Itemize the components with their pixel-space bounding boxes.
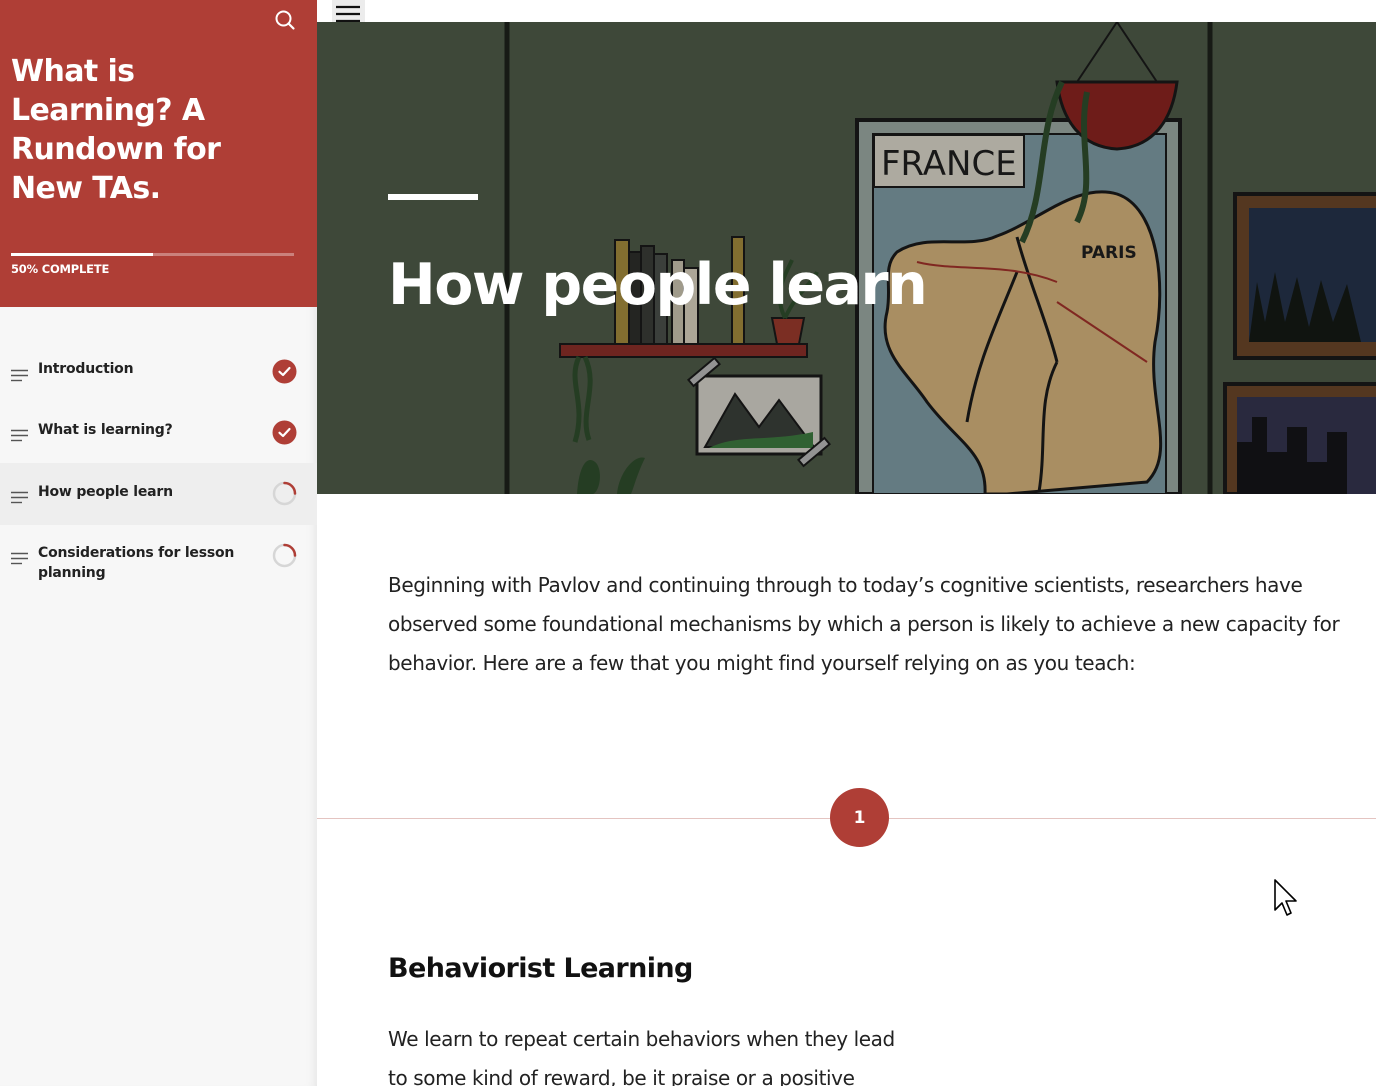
lesson-lines-icon xyxy=(11,367,29,382)
sidebar-item-considerations[interactable]: Considerations for lesson planning xyxy=(0,525,317,595)
sidebar-item-label: What is learning? xyxy=(38,422,173,438)
sidebar-item-what-is-learning[interactable]: What is learning? xyxy=(0,402,317,463)
course-progress-fill xyxy=(11,253,153,256)
page-title: How people learn xyxy=(388,252,928,318)
step-number-badge: 1 xyxy=(830,788,889,847)
sidebar-item-introduction[interactable]: Introduction xyxy=(0,340,317,402)
lesson-lines-icon xyxy=(11,427,29,442)
lesson-lines-icon xyxy=(11,550,29,565)
search-icon[interactable] xyxy=(272,7,298,33)
intro-paragraph: Beginning with Pavlov and continuing thr… xyxy=(388,573,1340,675)
progress-ring-icon xyxy=(272,481,297,506)
course-title: What is Learning? A Rundown for New TAs. xyxy=(11,54,221,206)
section-body: We learn to repeat certain behaviors whe… xyxy=(388,1027,895,1086)
sidebar-item-label: How people learn xyxy=(38,484,173,500)
top-bar xyxy=(317,0,1376,22)
sidebar-item-how-people-learn[interactable]: How people learn xyxy=(0,463,317,525)
hero-accent-rule xyxy=(388,194,478,200)
checkmark-complete-icon xyxy=(272,359,297,384)
section-heading: Behaviorist Learning xyxy=(388,953,693,984)
sidebar-item-label: Considerations for lesson planning xyxy=(38,545,235,581)
lesson-lines-icon xyxy=(11,489,29,504)
mouse-cursor-icon xyxy=(1273,879,1301,919)
course-progress-bar xyxy=(11,253,294,256)
sidebar-header: What is Learning? A Rundown for New TAs.… xyxy=(0,0,317,307)
hero-banner: FRANCE PARIS How people learn xyxy=(317,22,1376,494)
sidebar: What is Learning? A Rundown for New TAs.… xyxy=(0,0,317,1086)
progress-label: 50% COMPLETE xyxy=(11,262,110,276)
progress-ring-icon xyxy=(272,543,297,568)
checkmark-complete-icon xyxy=(272,420,297,445)
sidebar-item-label: Introduction xyxy=(38,361,134,377)
